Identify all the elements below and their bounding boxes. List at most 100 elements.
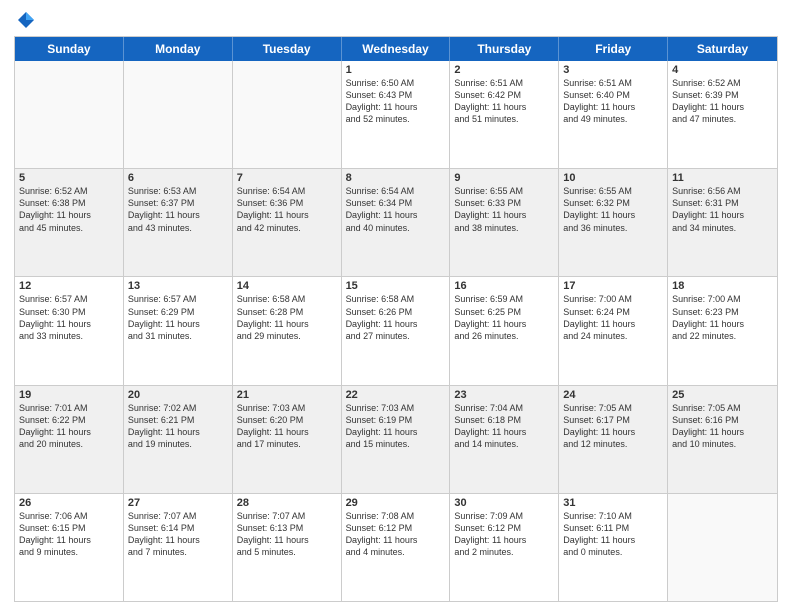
day-info: Sunrise: 7:07 AM Sunset: 6:13 PM Dayligh… <box>237 510 337 559</box>
day-info: Sunrise: 6:59 AM Sunset: 6:25 PM Dayligh… <box>454 293 554 342</box>
calendar-cell: 11Sunrise: 6:56 AM Sunset: 6:31 PM Dayli… <box>668 169 777 276</box>
day-number: 14 <box>237 280 337 292</box>
day-number: 27 <box>128 497 228 509</box>
calendar-cell: 19Sunrise: 7:01 AM Sunset: 6:22 PM Dayli… <box>15 386 124 493</box>
day-info: Sunrise: 7:05 AM Sunset: 6:16 PM Dayligh… <box>672 402 773 451</box>
calendar-cell: 27Sunrise: 7:07 AM Sunset: 6:14 PM Dayli… <box>124 494 233 601</box>
calendar-cell: 6Sunrise: 6:53 AM Sunset: 6:37 PM Daylig… <box>124 169 233 276</box>
day-number: 5 <box>19 172 119 184</box>
calendar-cell: 17Sunrise: 7:00 AM Sunset: 6:24 PM Dayli… <box>559 277 668 384</box>
day-info: Sunrise: 6:57 AM Sunset: 6:29 PM Dayligh… <box>128 293 228 342</box>
calendar-cell: 26Sunrise: 7:06 AM Sunset: 6:15 PM Dayli… <box>15 494 124 601</box>
calendar-row: 5Sunrise: 6:52 AM Sunset: 6:38 PM Daylig… <box>15 169 777 277</box>
day-info: Sunrise: 7:09 AM Sunset: 6:12 PM Dayligh… <box>454 510 554 559</box>
calendar-cell: 4Sunrise: 6:52 AM Sunset: 6:39 PM Daylig… <box>668 61 777 168</box>
calendar-cell: 25Sunrise: 7:05 AM Sunset: 6:16 PM Dayli… <box>668 386 777 493</box>
header <box>14 10 778 30</box>
calendar-cell: 13Sunrise: 6:57 AM Sunset: 6:29 PM Dayli… <box>124 277 233 384</box>
day-number: 13 <box>128 280 228 292</box>
calendar-cell <box>668 494 777 601</box>
day-number: 7 <box>237 172 337 184</box>
calendar-cell: 8Sunrise: 6:54 AM Sunset: 6:34 PM Daylig… <box>342 169 451 276</box>
day-info: Sunrise: 7:05 AM Sunset: 6:17 PM Dayligh… <box>563 402 663 451</box>
calendar-header: SundayMondayTuesdayWednesdayThursdayFrid… <box>15 37 777 61</box>
day-info: Sunrise: 6:54 AM Sunset: 6:34 PM Dayligh… <box>346 185 446 234</box>
calendar-cell: 29Sunrise: 7:08 AM Sunset: 6:12 PM Dayli… <box>342 494 451 601</box>
day-info: Sunrise: 7:00 AM Sunset: 6:23 PM Dayligh… <box>672 293 773 342</box>
day-number: 4 <box>672 64 773 76</box>
calendar-row: 1Sunrise: 6:50 AM Sunset: 6:43 PM Daylig… <box>15 61 777 169</box>
calendar-cell: 15Sunrise: 6:58 AM Sunset: 6:26 PM Dayli… <box>342 277 451 384</box>
day-info: Sunrise: 6:51 AM Sunset: 6:40 PM Dayligh… <box>563 77 663 126</box>
day-info: Sunrise: 6:54 AM Sunset: 6:36 PM Dayligh… <box>237 185 337 234</box>
logo <box>14 10 36 30</box>
day-number: 20 <box>128 389 228 401</box>
day-info: Sunrise: 7:08 AM Sunset: 6:12 PM Dayligh… <box>346 510 446 559</box>
day-number: 30 <box>454 497 554 509</box>
day-info: Sunrise: 7:04 AM Sunset: 6:18 PM Dayligh… <box>454 402 554 451</box>
day-info: Sunrise: 7:01 AM Sunset: 6:22 PM Dayligh… <box>19 402 119 451</box>
day-number: 28 <box>237 497 337 509</box>
calendar-cell: 22Sunrise: 7:03 AM Sunset: 6:19 PM Dayli… <box>342 386 451 493</box>
calendar-cell <box>124 61 233 168</box>
calendar-cell: 14Sunrise: 6:58 AM Sunset: 6:28 PM Dayli… <box>233 277 342 384</box>
day-info: Sunrise: 7:06 AM Sunset: 6:15 PM Dayligh… <box>19 510 119 559</box>
day-info: Sunrise: 7:07 AM Sunset: 6:14 PM Dayligh… <box>128 510 228 559</box>
day-info: Sunrise: 6:51 AM Sunset: 6:42 PM Dayligh… <box>454 77 554 126</box>
weekday-header: Tuesday <box>233 37 342 61</box>
day-number: 17 <box>563 280 663 292</box>
day-number: 15 <box>346 280 446 292</box>
page: SundayMondayTuesdayWednesdayThursdayFrid… <box>0 0 792 612</box>
day-info: Sunrise: 7:10 AM Sunset: 6:11 PM Dayligh… <box>563 510 663 559</box>
calendar-cell: 3Sunrise: 6:51 AM Sunset: 6:40 PM Daylig… <box>559 61 668 168</box>
weekday-header: Saturday <box>668 37 777 61</box>
calendar-body: 1Sunrise: 6:50 AM Sunset: 6:43 PM Daylig… <box>15 61 777 601</box>
day-info: Sunrise: 7:00 AM Sunset: 6:24 PM Dayligh… <box>563 293 663 342</box>
day-number: 26 <box>19 497 119 509</box>
day-number: 2 <box>454 64 554 76</box>
day-number: 9 <box>454 172 554 184</box>
calendar: SundayMondayTuesdayWednesdayThursdayFrid… <box>14 36 778 602</box>
calendar-cell: 7Sunrise: 6:54 AM Sunset: 6:36 PM Daylig… <box>233 169 342 276</box>
day-number: 3 <box>563 64 663 76</box>
day-number: 6 <box>128 172 228 184</box>
weekday-header: Monday <box>124 37 233 61</box>
day-info: Sunrise: 6:58 AM Sunset: 6:28 PM Dayligh… <box>237 293 337 342</box>
day-number: 8 <box>346 172 446 184</box>
weekday-header: Friday <box>559 37 668 61</box>
calendar-cell: 1Sunrise: 6:50 AM Sunset: 6:43 PM Daylig… <box>342 61 451 168</box>
logo-icon <box>16 10 36 30</box>
calendar-cell: 28Sunrise: 7:07 AM Sunset: 6:13 PM Dayli… <box>233 494 342 601</box>
day-number: 18 <box>672 280 773 292</box>
calendar-cell <box>233 61 342 168</box>
day-info: Sunrise: 6:52 AM Sunset: 6:39 PM Dayligh… <box>672 77 773 126</box>
day-info: Sunrise: 6:52 AM Sunset: 6:38 PM Dayligh… <box>19 185 119 234</box>
weekday-header: Sunday <box>15 37 124 61</box>
weekday-header: Wednesday <box>342 37 451 61</box>
calendar-row: 12Sunrise: 6:57 AM Sunset: 6:30 PM Dayli… <box>15 277 777 385</box>
day-info: Sunrise: 7:03 AM Sunset: 6:19 PM Dayligh… <box>346 402 446 451</box>
day-info: Sunrise: 6:56 AM Sunset: 6:31 PM Dayligh… <box>672 185 773 234</box>
calendar-cell: 30Sunrise: 7:09 AM Sunset: 6:12 PM Dayli… <box>450 494 559 601</box>
day-info: Sunrise: 6:58 AM Sunset: 6:26 PM Dayligh… <box>346 293 446 342</box>
day-number: 25 <box>672 389 773 401</box>
calendar-cell: 10Sunrise: 6:55 AM Sunset: 6:32 PM Dayli… <box>559 169 668 276</box>
calendar-row: 19Sunrise: 7:01 AM Sunset: 6:22 PM Dayli… <box>15 386 777 494</box>
day-number: 21 <box>237 389 337 401</box>
day-number: 29 <box>346 497 446 509</box>
calendar-cell: 24Sunrise: 7:05 AM Sunset: 6:17 PM Dayli… <box>559 386 668 493</box>
day-number: 12 <box>19 280 119 292</box>
day-info: Sunrise: 6:57 AM Sunset: 6:30 PM Dayligh… <box>19 293 119 342</box>
calendar-row: 26Sunrise: 7:06 AM Sunset: 6:15 PM Dayli… <box>15 494 777 601</box>
calendar-cell: 12Sunrise: 6:57 AM Sunset: 6:30 PM Dayli… <box>15 277 124 384</box>
calendar-cell: 2Sunrise: 6:51 AM Sunset: 6:42 PM Daylig… <box>450 61 559 168</box>
weekday-header: Thursday <box>450 37 559 61</box>
calendar-cell: 23Sunrise: 7:04 AM Sunset: 6:18 PM Dayli… <box>450 386 559 493</box>
calendar-cell <box>15 61 124 168</box>
day-number: 22 <box>346 389 446 401</box>
day-info: Sunrise: 7:03 AM Sunset: 6:20 PM Dayligh… <box>237 402 337 451</box>
day-info: Sunrise: 6:55 AM Sunset: 6:33 PM Dayligh… <box>454 185 554 234</box>
day-number: 19 <box>19 389 119 401</box>
day-info: Sunrise: 6:55 AM Sunset: 6:32 PM Dayligh… <box>563 185 663 234</box>
day-info: Sunrise: 6:50 AM Sunset: 6:43 PM Dayligh… <box>346 77 446 126</box>
